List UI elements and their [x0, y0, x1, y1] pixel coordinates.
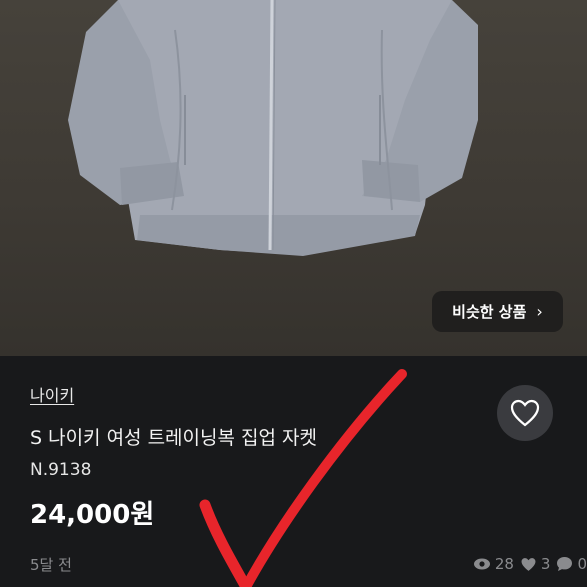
chevron-right-icon: › — [536, 302, 543, 321]
like-button[interactable] — [497, 385, 553, 441]
posted-time: 5달 전 — [30, 556, 72, 574]
similar-products-button[interactable]: 비슷한 상품 › — [432, 291, 563, 332]
views-stat: 28 — [473, 555, 514, 573]
product-title: S 나이키 여성 트레이닝복 집업 자켓 — [30, 427, 317, 449]
chat-bubble-icon — [557, 557, 573, 571]
likes-count: 3 — [540, 555, 551, 573]
product-price: 24,000원 — [30, 500, 155, 530]
product-code: N.9138 — [30, 460, 92, 480]
heart-filled-icon — [521, 557, 536, 571]
likes-stat: 3 — [520, 555, 551, 573]
brand-link[interactable]: 나이키 — [30, 382, 74, 406]
similar-products-label: 비슷한 상품 — [452, 303, 527, 321]
chats-stat: 0 — [556, 555, 587, 573]
chats-count: 0 — [577, 555, 587, 573]
views-count: 28 — [494, 555, 514, 573]
eye-icon — [473, 558, 490, 570]
stats-bar: 28 3 0 — [473, 555, 587, 573]
heart-icon — [510, 399, 540, 427]
product-photo[interactable]: 비슷한 상품 › — [0, 0, 587, 356]
product-info-panel: 나이키 S 나이키 여성 트레이닝복 집업 자켓 N.9138 24,000원 … — [0, 356, 587, 587]
